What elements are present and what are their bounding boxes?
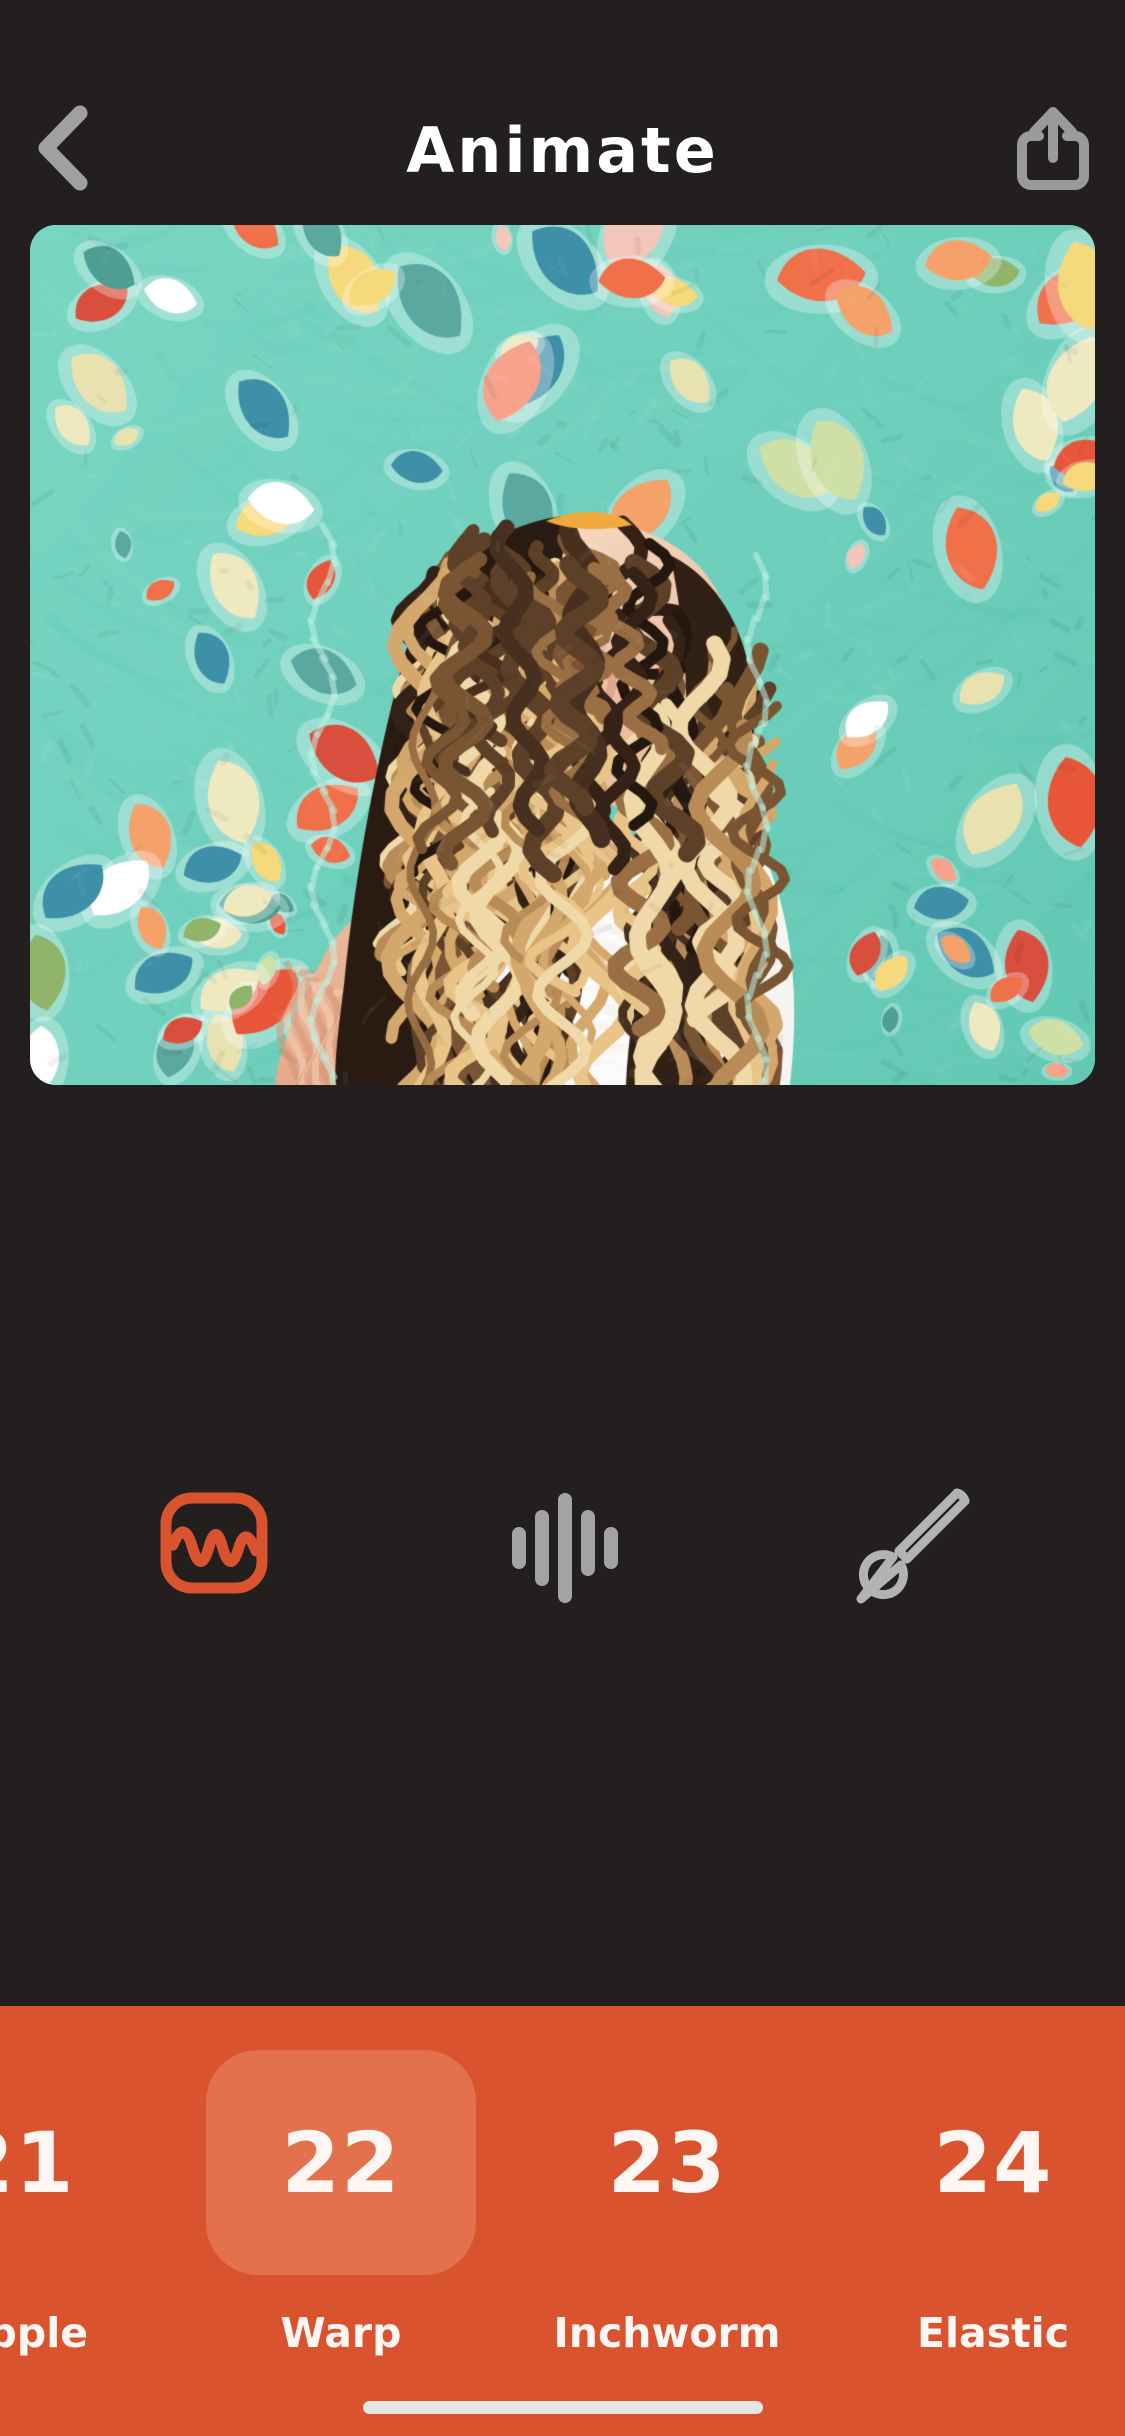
effect-label: Warp [280, 2309, 402, 2357]
audio-tool-button[interactable] [457, 1461, 667, 1631]
preview-area [0, 210, 1125, 1085]
effects-strip[interactable]: 21 Ripple 22 Warp 23 Inchworm 24 Elastic [0, 2006, 1125, 2357]
effect-item[interactable]: 23 Inchworm [522, 2050, 812, 2358]
animate-tool-button[interactable] [109, 1461, 319, 1631]
effect-label: Elastic [916, 2309, 1070, 2357]
effect-card[interactable]: 24 [858, 2050, 1125, 2275]
effect-number: 24 [933, 2113, 1053, 2212]
home-indicator [362, 2401, 763, 2414]
paintbrush-icon [847, 1479, 975, 1612]
tool-row [0, 1085, 1125, 2006]
share-button[interactable] [1003, 100, 1103, 200]
effect-label: Ripple [0, 2309, 89, 2357]
brush-tool-button[interactable] [806, 1461, 1016, 1631]
app-root: Animate 1 pple 22 Warp 23 Inchworm 24 El… [0, 0, 1125, 2436]
audio-waveform-icon [502, 1483, 622, 1608]
status-bar [0, 0, 1125, 90]
effect-label: Inchworm [553, 2309, 781, 2357]
back-button[interactable] [14, 102, 110, 198]
header-bar: Animate [0, 90, 1125, 210]
chevron-left-icon [34, 105, 90, 196]
effect-number: 21 [0, 2113, 75, 2212]
effect-number: 22 [281, 2113, 401, 2212]
preview-image[interactable] [30, 225, 1095, 1085]
effect-item[interactable]: 22 Warp [196, 2050, 486, 2357]
effect-item[interactable]: 21 Ripple [0, 2050, 160, 2358]
page-title: Animate [406, 113, 719, 187]
effect-item[interactable]: 24 Elastic [848, 2050, 1125, 2358]
wave-box-icon [159, 1491, 269, 1600]
effect-card[interactable]: 21 [0, 2050, 150, 2275]
effect-card[interactable]: 22 [206, 2050, 476, 2275]
effects-tray[interactable]: 21 Ripple 22 Warp 23 Inchworm 24 Elastic [0, 2006, 1125, 2436]
share-up-arrow-icon [1017, 106, 1089, 195]
effect-card[interactable]: 23 [532, 2050, 802, 2275]
effect-number: 23 [607, 2113, 727, 2212]
